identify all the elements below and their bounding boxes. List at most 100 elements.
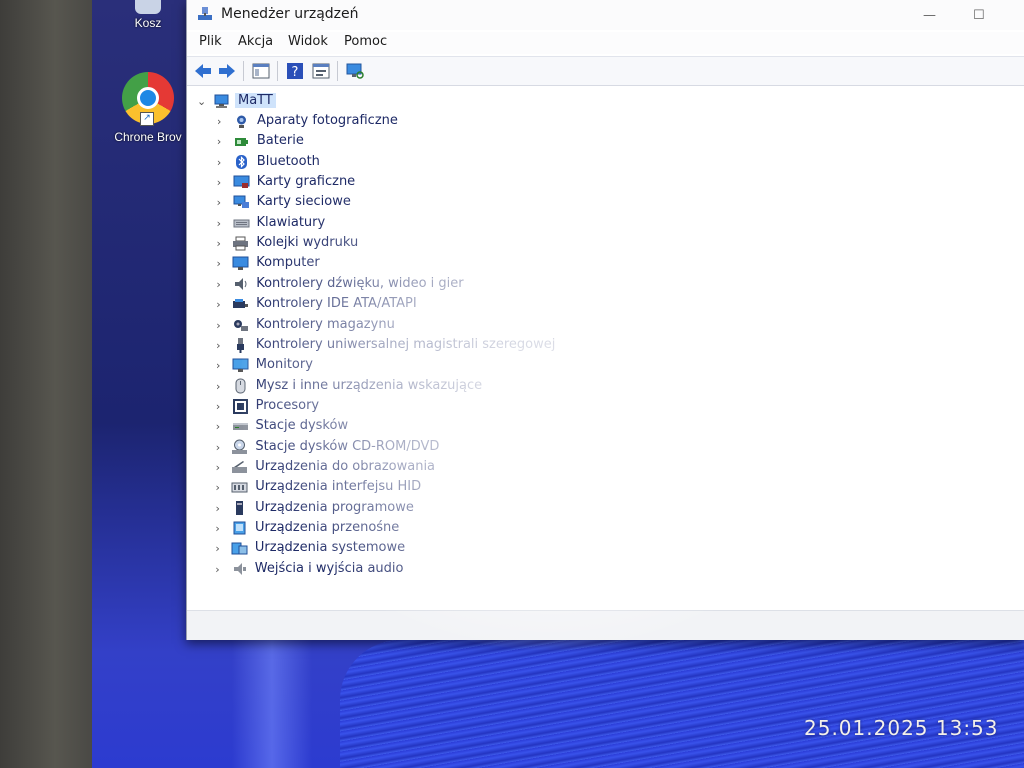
tree-category-node[interactable]: › Karty sieciowe (187, 192, 887, 212)
menu-pomoc[interactable]: Pomoc (344, 34, 387, 49)
toolbar: ? (187, 56, 1024, 86)
tree-category-node[interactable]: › Aparaty fotograficzne (187, 111, 887, 131)
desktop-icon-label: Kosz (134, 16, 162, 30)
tree-category-node[interactable]: › Stacje dysków (187, 416, 887, 436)
chevron-right-icon[interactable]: › (217, 237, 221, 250)
chevron-right-icon[interactable]: › (216, 481, 220, 494)
system-device-icon (231, 542, 248, 555)
tree-category-node[interactable]: › Bluetooth (187, 152, 887, 172)
toolbar-separator (277, 61, 278, 81)
tree-category-label: Monitory (255, 357, 313, 373)
desktop-icon-recycle-bin[interactable]: Kosz (108, 0, 188, 30)
monitor-icon (232, 358, 249, 373)
hid-icon (231, 482, 248, 493)
tree-category-node[interactable]: › Urządzenia interfejsu HID (187, 477, 887, 497)
chrome-icon: ↗ (122, 72, 174, 126)
tree-category-label: Komputer (256, 255, 320, 271)
audio-io-icon (233, 562, 246, 575)
chevron-right-icon[interactable]: › (217, 156, 221, 169)
photo-timestamp: 25.01.2025 13:53 (804, 716, 999, 740)
chevron-right-icon[interactable]: › (216, 319, 220, 332)
chevron-right-icon[interactable]: › (216, 420, 220, 433)
back-arrow-icon[interactable] (193, 61, 213, 81)
tree-category-node[interactable]: › Urządzenia programowe (187, 498, 887, 518)
menu-plik[interactable]: Plik (199, 34, 222, 49)
tree-category-node[interactable]: › Urządzenia systemowe (187, 538, 887, 558)
keyboard-icon (233, 219, 249, 228)
chevron-right-icon[interactable]: › (216, 441, 220, 454)
toolbar-separator (337, 61, 338, 81)
chevron-right-icon[interactable]: › (215, 563, 219, 576)
tree-category-node[interactable]: › Kolejki wydruku (187, 233, 887, 253)
tree-root-node[interactable]: ⌄ MaTT (187, 91, 887, 111)
properties-icon[interactable] (311, 61, 331, 81)
wallpaper-water (340, 640, 1024, 768)
chevron-right-icon[interactable]: › (216, 461, 220, 474)
chevron-right-icon[interactable]: › (217, 115, 221, 128)
shortcut-arrow-icon: ↗ (140, 112, 154, 126)
tree-category-label: Mysz i inne urządzenia wskazujące (255, 377, 483, 393)
camera-icon (237, 115, 246, 128)
tree-category-node[interactable]: › Monitory (187, 355, 887, 375)
chevron-right-icon[interactable]: › (216, 278, 220, 291)
imaging-device-icon (232, 460, 248, 473)
tree-category-label: Urządzenia do obrazowania (255, 458, 436, 474)
show-hide-console-tree-icon[interactable] (251, 61, 271, 81)
tree-category-label: Aparaty fotograficzne (257, 113, 398, 128)
help-icon[interactable]: ? (285, 61, 305, 81)
menu-akcja[interactable]: Akcja (238, 34, 273, 49)
chevron-right-icon[interactable]: › (216, 380, 220, 393)
desktop-icon-label: Chrone Brov (114, 130, 182, 144)
tree-category-node[interactable]: › Urządzenia do obrazowania (187, 457, 887, 477)
tree-category-node[interactable]: › Kontrolery dźwięku, wideo i gier (187, 274, 887, 294)
chevron-right-icon[interactable]: › (215, 502, 219, 515)
tree-category-label: Karty graficzne (256, 174, 356, 190)
tree-category-node[interactable]: › Baterie (187, 131, 887, 151)
tree-category-node[interactable]: › Wejścia i wyjścia audio (187, 559, 887, 579)
disk-drive-icon (232, 423, 248, 431)
chevron-right-icon[interactable]: › (216, 298, 220, 311)
chevron-right-icon[interactable]: › (215, 522, 219, 535)
chevron-right-icon[interactable]: › (216, 257, 220, 270)
minimize-button[interactable]: — (923, 8, 936, 23)
scan-hardware-changes-icon[interactable] (345, 61, 365, 81)
tree-category-node[interactable]: › Kontrolery IDE ATA/ATAPI (187, 294, 887, 314)
chevron-right-icon[interactable]: › (215, 542, 219, 555)
tree-category-node[interactable]: › Komputer (187, 253, 887, 273)
device-tree: ⌄ MaTT › Aparaty fotograficzne › Baterie › Bl… (187, 88, 1024, 610)
tree-category-node[interactable]: › Karty graficzne (187, 172, 887, 192)
printer-icon (233, 236, 249, 251)
tree-category-label: Stacje dysków CD-ROM/DVD (255, 438, 440, 454)
title-bar[interactable]: Menedżer urządzeń — ☐ (187, 0, 1024, 30)
chevron-right-icon[interactable]: › (217, 196, 221, 209)
usb-icon (236, 337, 244, 353)
monitor-bezel (0, 0, 92, 768)
chevron-down-icon[interactable]: ⌄ (197, 95, 206, 108)
storage-controller-icon (234, 319, 248, 331)
menu-widok[interactable]: Widok (288, 34, 328, 49)
portable-device-icon (233, 521, 246, 535)
chevron-right-icon[interactable]: › (216, 400, 220, 413)
tree-category-node[interactable]: › Mysz i inne urządzenia wskazujące (187, 376, 887, 396)
chevron-right-icon[interactable]: › (217, 217, 221, 230)
chevron-right-icon[interactable]: › (217, 176, 221, 189)
tree-category-node[interactable]: › Urządzenia przenośne (187, 518, 887, 538)
tree-category-node[interactable]: › Procesory (187, 396, 887, 416)
tree-category-label: Baterie (256, 133, 304, 149)
tree-category-label: Kontrolery magazynu (256, 316, 395, 332)
tree-category-node[interactable]: › Kontrolery uniwersalnej magistrali szer… (187, 335, 887, 355)
chevron-right-icon[interactable]: › (216, 339, 220, 352)
chevron-right-icon[interactable]: › (217, 135, 221, 148)
tree-category-node[interactable]: › Klawiatury (187, 213, 887, 233)
tree-category-label: Kontrolery dźwięku, wideo i gier (256, 275, 464, 291)
maximize-button[interactable]: ☐ (973, 8, 985, 23)
tree-category-node[interactable]: › Stacje dysków CD-ROM/DVD (187, 437, 887, 457)
chevron-right-icon[interactable]: › (216, 359, 220, 372)
tree-category-node[interactable]: › Kontrolery magazynu (187, 315, 887, 335)
tree-category-label: Procesory (255, 397, 320, 413)
desktop-icon-chrome[interactable]: ↗ Chrone Brov (108, 72, 188, 144)
forward-arrow-icon[interactable] (217, 61, 237, 81)
bluetooth-icon (235, 154, 247, 169)
tree-category-label: Klawiatury (256, 214, 326, 230)
window-title: Menedżer urządzeń (221, 6, 359, 22)
